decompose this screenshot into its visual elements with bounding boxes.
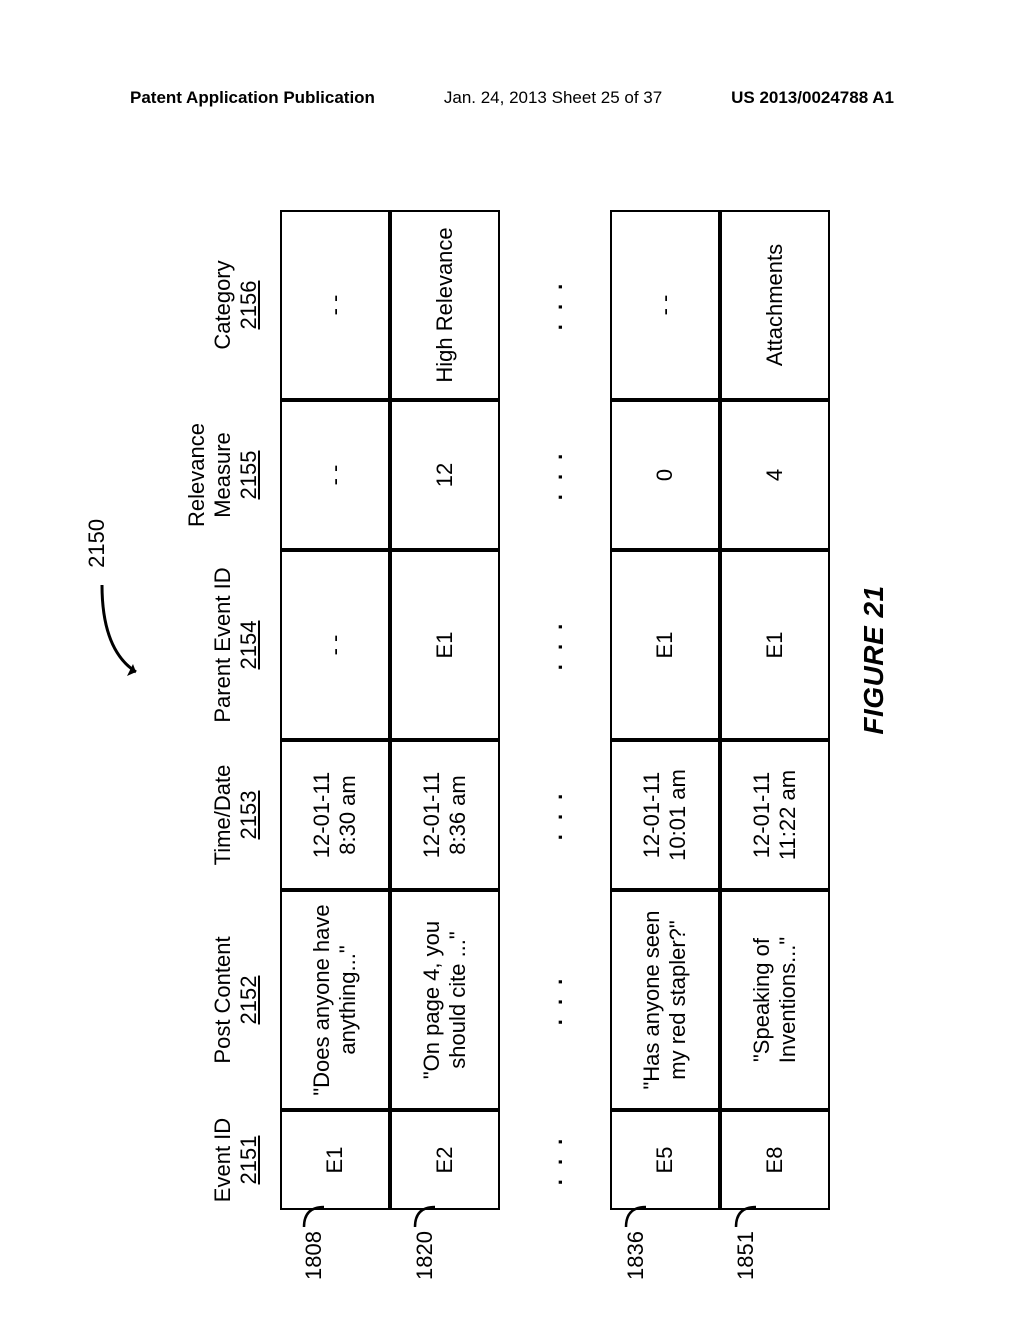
cell-event-id: E2: [390, 1110, 500, 1210]
figure-caption: FIGURE 21: [858, 110, 890, 1210]
table-row: E1 "Does anyone have anything..." 12-01-…: [280, 210, 390, 1210]
row-ref-1808: 1808: [300, 1203, 328, 1280]
table-row: E5 "Has anyone seen my red stapler?" 12-…: [610, 210, 720, 1210]
cell-parent-event: E1: [390, 550, 500, 740]
ellipsis-cell: . . .: [500, 890, 610, 1110]
cell-time-date: 12-01-11 8:30 am: [280, 740, 390, 890]
data-table-wrap: 1808 1820 1836 1851 Event ID 2151: [174, 110, 830, 1210]
header-left: Patent Application Publication: [130, 88, 375, 108]
col-post-content: Post Content 2152: [174, 890, 280, 1110]
cell-category: Attachments: [720, 210, 830, 400]
cell-parent-event: E1: [720, 550, 830, 740]
col-event-id: Event ID 2151: [174, 1110, 280, 1210]
ellipsis-row: . . . . . . . . . . . . . . . . . .: [500, 210, 610, 1210]
header-center: Jan. 24, 2013 Sheet 25 of 37: [444, 88, 662, 108]
header-right: US 2013/0024788 A1: [731, 88, 894, 108]
cell-time-date: 12-01-11 8:36 am: [390, 740, 500, 890]
row-ref-1836: 1836: [622, 1203, 650, 1280]
event-table: Event ID 2151 Post Content 2152 Time/Dat…: [174, 210, 830, 1210]
cell-event-id: E8: [720, 1110, 830, 1210]
cell-parent-event: - -: [280, 550, 390, 740]
row-ref-1820: 1820: [411, 1203, 439, 1280]
row-ref-1851: 1851: [732, 1203, 760, 1280]
col-relevance: Relevance Measure 2155: [174, 400, 280, 550]
cell-category: High Relevance: [390, 210, 500, 400]
cell-post-content: "Has anyone seen my red stapler?": [610, 890, 720, 1110]
cell-post-content: "On page 4, you should cite ...": [390, 890, 500, 1110]
ellipsis-cell: . . .: [500, 1110, 610, 1210]
table-row: E8 "Speaking of Inventions..." 12-01-11 …: [720, 210, 830, 1210]
cell-relevance: 0: [610, 400, 720, 550]
figure-ref-number: 2150: [84, 519, 109, 568]
cell-category: - -: [280, 210, 390, 400]
cell-parent-event: E1: [610, 550, 720, 740]
page-header: Patent Application Publication Jan. 24, …: [0, 88, 1024, 108]
cell-event-id: E5: [610, 1110, 720, 1210]
figure-content: 2150 1808 1820 1836 1851 Event ID 2151: [134, 110, 890, 1210]
ellipsis-cell: . . .: [500, 400, 610, 550]
cell-time-date: 12-01-11 10:01 am: [610, 740, 720, 890]
cell-event-id: E1: [280, 1110, 390, 1210]
cell-relevance: 12: [390, 400, 500, 550]
table-row: E2 "On page 4, you should cite ..." 12-0…: [390, 210, 500, 1210]
table-header-row: Event ID 2151 Post Content 2152 Time/Dat…: [174, 210, 280, 1210]
cell-category: - -: [610, 210, 720, 400]
ellipsis-cell: . . .: [500, 740, 610, 890]
cell-relevance: - -: [280, 400, 390, 550]
ellipsis-cell: . . .: [500, 210, 610, 400]
col-category: Category 2156: [174, 210, 280, 400]
cell-post-content: "Speaking of Inventions...": [720, 890, 830, 1110]
ellipsis-cell: . . .: [500, 550, 610, 740]
cell-time-date: 12-01-11 11:22 am: [720, 740, 830, 890]
col-time-date: Time/Date 2153: [174, 740, 280, 890]
col-parent-event: Parent Event ID 2154: [174, 550, 280, 740]
figure-ref-arrow: 2150: [94, 0, 134, 680]
cell-relevance: 4: [720, 400, 830, 550]
cell-post-content: "Does anyone have anything...": [280, 890, 390, 1110]
